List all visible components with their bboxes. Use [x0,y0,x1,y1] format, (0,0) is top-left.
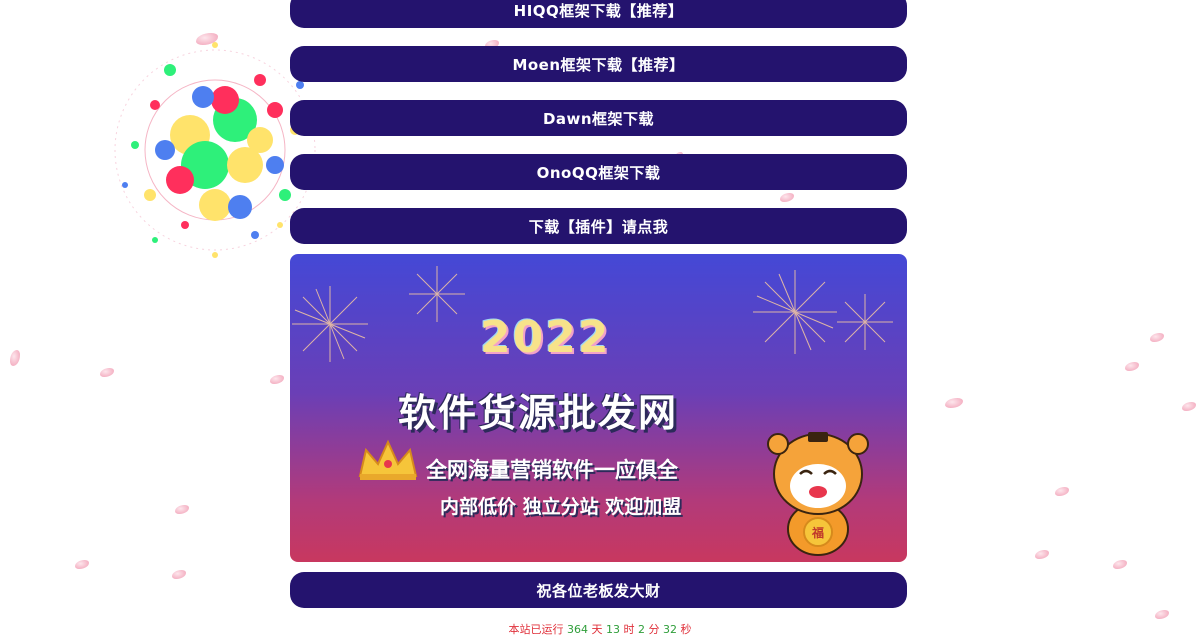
banner-year: 2022 [480,312,611,363]
blessing-label: 祝各位老板发大财 [536,581,661,600]
banner-tagline: 内部低价 独立分站 欢迎加盟 [440,496,682,518]
petal-decoration [1155,610,1169,619]
banner-title: 软件货源批发网 [398,391,679,435]
petal-decoration [75,560,89,569]
blessing-button[interactable]: 祝各位老板发大财 [290,572,907,608]
runtime-seconds: 32 [663,623,677,636]
page: HIQQ框架下载【推荐】 Moen框架下载【推荐】 Dawn框架下载 OnoQQ… [0,0,1200,636]
runtime-hours: 13 [606,623,620,636]
runtime-prefix: 本站已运行 [508,623,564,636]
petal-decoration [780,193,794,202]
runtime-seconds-unit: 秒 [680,623,692,636]
hiqq-download-label: HIQQ框架下载【推荐】 [513,1,684,20]
crown-icon [358,439,418,480]
dawn-download-button[interactable]: Dawn框架下载 [290,100,907,136]
banner-subtitle: 全网海量营销软件一应俱全 [426,458,678,482]
petal-decoration [100,368,114,377]
petal-decoration [1182,402,1196,411]
hiqq-download-button[interactable]: HIQQ框架下载【推荐】 [290,0,907,28]
petal-decoration [1125,362,1139,371]
runtime-hours-unit: 时 [623,623,635,636]
moen-download-button[interactable]: Moen框架下载【推荐】 [290,46,907,82]
mascot-badge: 福 [811,526,824,540]
runtime-days: 364 [567,623,588,636]
petal-decoration [175,505,189,514]
onoqq-download-label: OnoQQ框架下载 [536,163,661,182]
petal-decoration [1150,333,1164,342]
dawn-download-label: Dawn框架下载 [542,109,655,128]
plugin-download-label: 下载【插件】请点我 [528,217,669,236]
petal-decoration [10,350,20,366]
plugin-download-button[interactable]: 下载【插件】请点我 [290,208,907,244]
petal-decoration [172,570,186,579]
runtime-minutes-unit: 分 [648,623,660,636]
moen-download-label: Moen框架下载【推荐】 [512,55,685,74]
runtime-minutes: 2 [638,623,645,636]
petal-decoration [945,398,963,408]
petal-decoration [1055,487,1069,496]
onoqq-download-button[interactable]: OnoQQ框架下载 [290,154,907,190]
runtime-days-unit: 天 [591,623,603,636]
petal-decoration [1113,560,1127,569]
petal-decoration [270,375,284,384]
promo-banner[interactable]: 2022 软件货源批发网 全网海量营销软件一应俱全 内部低价 独立分站 欢迎加盟… [290,254,907,562]
site-runtime: 本站已运行 364 天 13 时 2 分 32 秒 [0,621,1200,636]
petal-decoration [1035,550,1049,559]
